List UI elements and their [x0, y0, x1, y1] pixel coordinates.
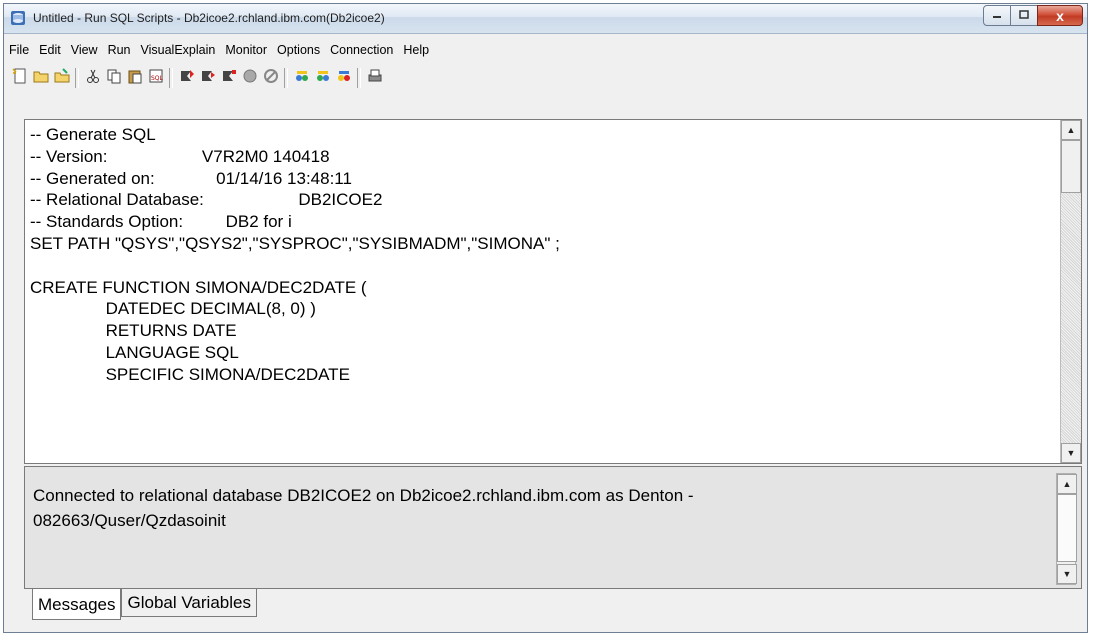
- menu-options[interactable]: Options: [272, 41, 325, 61]
- stop-button[interactable]: [239, 68, 260, 88]
- title-bar[interactable]: Untitled - Run SQL Scripts - Db2icoe2.rc…: [4, 4, 1087, 34]
- code-line: -- Generate SQL: [30, 125, 156, 144]
- tab-global-variables[interactable]: Global Variables: [121, 589, 257, 617]
- paste-button[interactable]: [124, 68, 145, 88]
- sql-editor-text[interactable]: -- Generate SQL -- Version: V7R2M0 140418…: [30, 124, 1055, 463]
- scroll-down-button[interactable]: ▼: [1061, 443, 1081, 463]
- copy-icon: [106, 68, 122, 89]
- explain-button[interactable]: [291, 68, 312, 88]
- print-button[interactable]: [364, 68, 385, 88]
- menu-file[interactable]: File: [4, 41, 34, 61]
- menu-run[interactable]: Run: [103, 41, 136, 61]
- menu-bar: File Edit View Run VisualExplain Monitor Optio…: [4, 41, 434, 61]
- toolbar-separator: [75, 68, 79, 88]
- code-line: CREATE FUNCTION SIMONA/DEC2DATE (: [30, 277, 367, 297]
- code-line: -- Generated on: 01/14/16 13:48:11: [30, 168, 352, 188]
- message-line: 082663/Quser/Qzdasoinit: [33, 511, 226, 530]
- code-line: -- Standards Option: DB2 for i: [30, 212, 292, 232]
- app-window: Untitled - Run SQL Scripts - Db2icoe2.rc…: [3, 3, 1088, 633]
- toolbar-separator: [284, 68, 288, 88]
- open-icon: [33, 68, 49, 89]
- copy-button[interactable]: [103, 68, 124, 88]
- scroll-thumb[interactable]: [1057, 494, 1077, 562]
- code-line: -- Version: V7R2M0 140418: [30, 146, 330, 166]
- cancel-button[interactable]: [260, 68, 281, 88]
- messages-text: Connected to relational database DB2ICOE…: [33, 483, 1051, 533]
- scroll-down-button[interactable]: ▼: [1057, 564, 1077, 584]
- sql-editor[interactable]: -- Generate SQL -- Version: V7R2M0 140418…: [24, 119, 1082, 464]
- menu-monitor[interactable]: Monitor: [220, 41, 272, 61]
- toolbar-separator: [169, 68, 173, 88]
- maximize-icon: [1019, 9, 1029, 23]
- menu-help[interactable]: Help: [398, 41, 434, 61]
- svg-text:SQL: SQL: [151, 75, 164, 82]
- run-and-explain-icon: [315, 68, 331, 89]
- run-all-icon: [179, 68, 195, 89]
- save-button[interactable]: [51, 67, 72, 89]
- menu-visualexplain[interactable]: VisualExplain: [136, 41, 221, 61]
- code-line: -- Relational Database: DB2ICOE2: [30, 190, 383, 210]
- run-and-explain-button[interactable]: [312, 68, 333, 88]
- run-selected-button[interactable]: [218, 68, 239, 88]
- editor-vertical-scrollbar[interactable]: ▲ ▼: [1060, 120, 1081, 463]
- visual-explain-button[interactable]: [333, 68, 354, 88]
- scroll-up-button[interactable]: ▲: [1057, 474, 1077, 494]
- messages-vertical-scrollbar[interactable]: ▲ ▼: [1056, 473, 1077, 585]
- run-from-selected-button[interactable]: [197, 68, 218, 88]
- menu-view[interactable]: View: [66, 41, 103, 61]
- cut-button[interactable]: [82, 68, 103, 88]
- code-line: SET PATH "QSYS","QSYS2","SYSPROC","SYSIB…: [30, 233, 560, 253]
- database-app-icon: [10, 10, 26, 26]
- paste-icon: [127, 68, 143, 89]
- run-from-selected-icon: [200, 68, 216, 89]
- code-line: DATEDEC DECIMAL(8, 0) ): [30, 299, 316, 319]
- code-line: LANGUAGE SQL: [30, 342, 239, 362]
- insert-sql-icon: SQL: [148, 68, 164, 89]
- code-line: RETURNS DATE: [30, 321, 237, 341]
- messages-panel: Connected to relational database DB2ICOE…: [24, 466, 1082, 589]
- new-script-button[interactable]: [9, 67, 30, 89]
- toolbar-separator: [357, 68, 361, 88]
- run-all-button[interactable]: [176, 68, 197, 88]
- explain-icon: [294, 68, 310, 89]
- close-icon: x: [1056, 7, 1064, 24]
- scroll-up-button[interactable]: ▲: [1061, 120, 1081, 140]
- new-script-icon: [11, 67, 28, 89]
- menu-connection[interactable]: Connection: [325, 41, 398, 61]
- open-button[interactable]: [30, 68, 51, 88]
- visual-explain-icon: [336, 68, 352, 89]
- window-title: Untitled - Run SQL Scripts - Db2icoe2.rc…: [33, 11, 385, 25]
- message-line: Connected to relational database DB2ICOE…: [33, 486, 694, 505]
- save-icon: [54, 67, 70, 89]
- code-line: SPECIFIC SIMONA/DEC2DATE: [30, 364, 350, 384]
- cancel-icon: [263, 68, 279, 89]
- print-icon: [367, 68, 383, 89]
- bottom-tab-strip: Messages Global Variables: [32, 589, 257, 620]
- cut-icon: [85, 68, 101, 89]
- menu-edit[interactable]: Edit: [34, 41, 66, 61]
- tab-messages[interactable]: Messages: [32, 589, 122, 620]
- insert-sql-button[interactable]: SQL: [145, 68, 166, 88]
- stop-icon: [242, 68, 258, 89]
- maximize-button[interactable]: [1010, 5, 1038, 26]
- minimize-icon: [992, 9, 1002, 23]
- close-button[interactable]: x: [1037, 5, 1083, 26]
- minimize-button[interactable]: [983, 5, 1011, 26]
- toolbar: SQL: [4, 66, 385, 90]
- scroll-thumb[interactable]: [1061, 140, 1081, 193]
- run-selected-icon: [221, 68, 237, 89]
